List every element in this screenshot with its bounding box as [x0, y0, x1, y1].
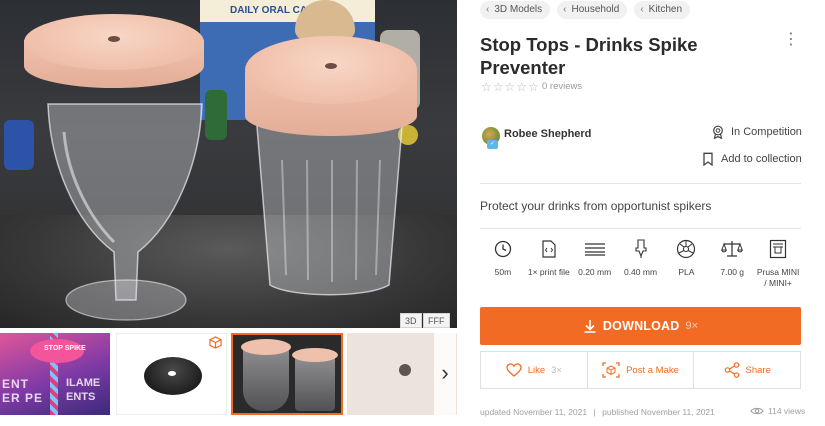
star-icon: ☆: [516, 80, 528, 94]
model-summary: Protect your drinks from opportunist spi…: [480, 199, 712, 213]
black-cap-model: [144, 357, 202, 395]
share-icon: [724, 362, 739, 378]
spec-material: PLA: [663, 238, 709, 294]
file-icon: [542, 240, 556, 258]
download-label: DOWNLOAD: [602, 319, 680, 333]
in-competition-link[interactable]: In Competition: [711, 125, 802, 139]
view-count: 114 views: [750, 406, 805, 416]
print-specs: 50m 1× print file 0.20 mm 0.40 mm PLA 7.…: [480, 238, 801, 294]
thumbnail-2[interactable]: [116, 333, 227, 415]
add-to-collection-button[interactable]: Add to collection: [701, 152, 802, 166]
author-name[interactable]: Robee Shepherd: [504, 128, 591, 140]
breadcrumb-item-3d-models[interactable]: ‹ 3D Models: [480, 1, 551, 19]
award-icon: [713, 125, 723, 139]
heart-icon: [506, 363, 522, 377]
nozzle-icon: [634, 239, 647, 258]
spec-print-files: 1× print file: [526, 238, 572, 294]
3d-cube-icon: [209, 336, 223, 350]
filament-spool-icon: [677, 239, 696, 259]
make-icon: [602, 362, 620, 378]
rating-stars[interactable]: ☆ ☆ ☆ ☆ ☆: [481, 80, 539, 94]
page-title: Stop Tops - Drinks Spike Preventer: [480, 34, 698, 78]
like-button[interactable]: Like 3×: [481, 352, 588, 388]
post-a-make-button[interactable]: Post a Make: [588, 352, 695, 388]
spec-printer: Prusa MINI / MINI+: [755, 238, 801, 294]
share-button[interactable]: Share: [694, 352, 800, 388]
divider: [480, 183, 801, 184]
more-options-icon[interactable]: ⋮: [783, 32, 799, 50]
updated-date: updated November 11, 2021: [480, 407, 588, 417]
star-icon: ☆: [528, 80, 539, 94]
chevron-left-icon: ‹: [640, 4, 644, 15]
chevron-right-icon[interactable]: ›: [434, 333, 456, 415]
3d-badge[interactable]: 3D: [400, 313, 422, 328]
author-badge-icon: ✓: [487, 140, 498, 149]
reviews-link[interactable]: 0 reviews: [542, 81, 582, 92]
download-button[interactable]: DOWNLOAD 9×: [480, 307, 801, 345]
bookmark-icon: [703, 152, 713, 166]
star-icon: ☆: [504, 80, 516, 94]
spec-layer-height: 0.20 mm: [572, 238, 618, 294]
spec-weight: 7.00 g: [709, 238, 755, 294]
chevron-left-icon: ‹: [486, 4, 490, 15]
pink-cap: [245, 36, 417, 104]
publish-dates: updated November 11, 2021 | published No…: [480, 407, 715, 417]
breadcrumb-item-kitchen[interactable]: ‹ Kitchen: [634, 1, 691, 19]
divider: [480, 228, 801, 229]
star-icon: ☆: [481, 80, 492, 94]
published-date: published November 11, 2021: [602, 407, 715, 417]
like-count: 3×: [551, 364, 562, 376]
spec-print-time: 50m: [480, 238, 526, 294]
thumbnail-lid-text: STOP SPIKE: [44, 345, 86, 352]
thumbnail-1[interactable]: STOP SPIKE ENT ER PE ILAME ENTS: [0, 333, 110, 415]
spec-nozzle: 0.40 mm: [618, 238, 664, 294]
eye-icon: [750, 407, 764, 415]
wine-glass: [47, 103, 203, 321]
download-icon: [584, 320, 596, 333]
scale-icon: [721, 241, 744, 257]
printer-icon: [769, 239, 787, 259]
thumbnail-3-selected[interactable]: [231, 333, 343, 415]
star-icon: ☆: [492, 80, 504, 94]
main-product-image[interactable]: DAILY ORAL CARE: [0, 0, 457, 328]
pink-cap: [24, 14, 204, 70]
clock-icon: [494, 240, 512, 258]
breadcrumb: ‹ 3D Models ‹ Household ‹ Kitchen: [480, 1, 691, 19]
action-bar: Like 3× Post a Make Share: [480, 351, 801, 389]
layer-height-icon: [584, 243, 605, 256]
download-count: 9×: [685, 320, 699, 332]
chevron-left-icon: ‹: [563, 4, 567, 15]
date-separator: |: [593, 407, 596, 417]
breadcrumb-item-household[interactable]: ‹ Household: [557, 1, 628, 19]
fff-badge[interactable]: FFF: [423, 313, 450, 328]
